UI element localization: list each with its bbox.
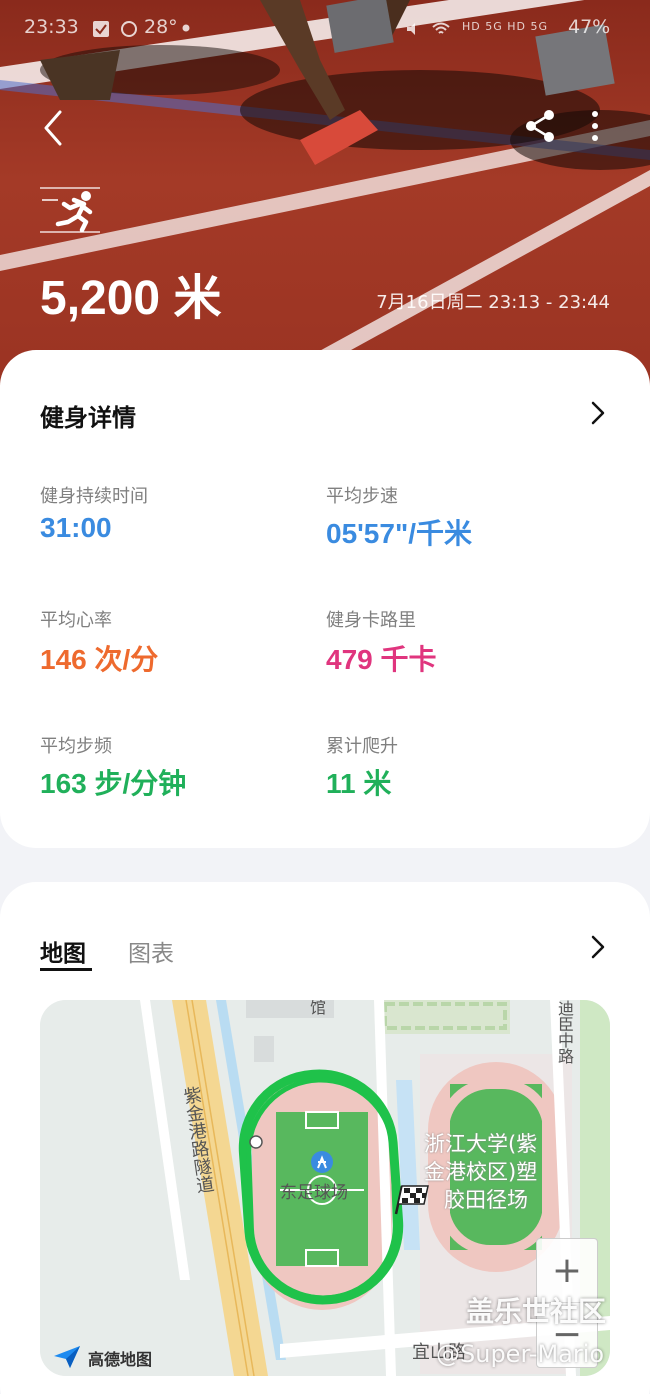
more-icon[interactable] (582, 108, 608, 144)
stat-pace-value: 05'57"/千米 (326, 518, 473, 549)
stat-cadence-label: 平均步频 (40, 736, 112, 757)
stat-heart-rate-value: 146 次/分 (40, 644, 159, 675)
watermark-community: 盖乐世社区 (466, 1295, 607, 1328)
map-label-campus: 浙江大学(紫 金港校区)塑 胶田径场 (424, 1130, 537, 1214)
tab-map[interactable]: 地图 (40, 934, 86, 968)
amap-logo: 高德地图 (52, 1344, 202, 1370)
amap-logo-text: 高德地图 (88, 1350, 153, 1369)
stat-calories-label: 健身卡路里 (326, 610, 416, 631)
back-icon[interactable] (36, 108, 72, 148)
map-label-top-road: 迪臣中路 (555, 1000, 574, 1064)
tab-active-indicator (40, 968, 92, 971)
fitness-details-card: 健身详情 健身持续时间 31:00 平均步速 05'57"/千米 平均心率 14… (0, 350, 650, 848)
workout-datetime: 7月16日周二 23:13 - 23:44 (376, 292, 610, 313)
tab-chart[interactable]: 图表 (128, 934, 174, 968)
amap-logo-icon (54, 1346, 80, 1368)
map-label-field: 东足球场 (280, 1183, 348, 1203)
map-label-campus-line2: 金港校区)塑 (424, 1160, 538, 1184)
share-icon[interactable] (522, 108, 558, 144)
status-network: HD 5G HD 5G (462, 20, 549, 33)
map-label-campus-line3: 胶田径场 (444, 1188, 528, 1212)
status-temperature: 28° (144, 16, 178, 38)
map-label-campus-line1: 浙江大学(紫 (424, 1132, 538, 1156)
stat-duration-label: 健身持续时间 (40, 486, 148, 507)
stat-elevation-value: 11 米 (326, 768, 392, 799)
stat-cadence-value: 163 步/分钟 (40, 768, 187, 799)
watermark-user: @Super-Mario (436, 1340, 605, 1368)
running-icon (40, 187, 100, 233)
weather-icon (121, 21, 137, 37)
stat-pace-label: 平均步速 (326, 486, 398, 507)
details-title: 健身详情 (40, 404, 136, 432)
chevron-right-icon[interactable] (588, 400, 608, 426)
mute-icon (407, 23, 415, 35)
map-label-top-building: 馆 (310, 1000, 327, 1017)
chevron-right-icon[interactable] (588, 934, 608, 960)
status-battery: 47% (568, 16, 611, 38)
stat-calories-value: 479 千卡 (326, 644, 437, 675)
check-icon (93, 21, 109, 37)
status-time: 23:33 (24, 16, 79, 38)
distance-value: 5,200 米 (40, 272, 222, 325)
wifi-icon (432, 22, 450, 34)
status-bar: 23:33 28° HD 5G HD 5G 47% (0, 14, 650, 44)
hero-banner: 23:33 28° HD 5G HD 5G 47% 5,200 米 7月16日周… (0, 0, 650, 400)
notification-dot-icon (182, 24, 190, 32)
stat-duration-value: 31:00 (40, 512, 112, 543)
stat-heart-rate-label: 平均心率 (40, 610, 112, 631)
stat-elevation-label: 累计爬升 (326, 736, 398, 757)
